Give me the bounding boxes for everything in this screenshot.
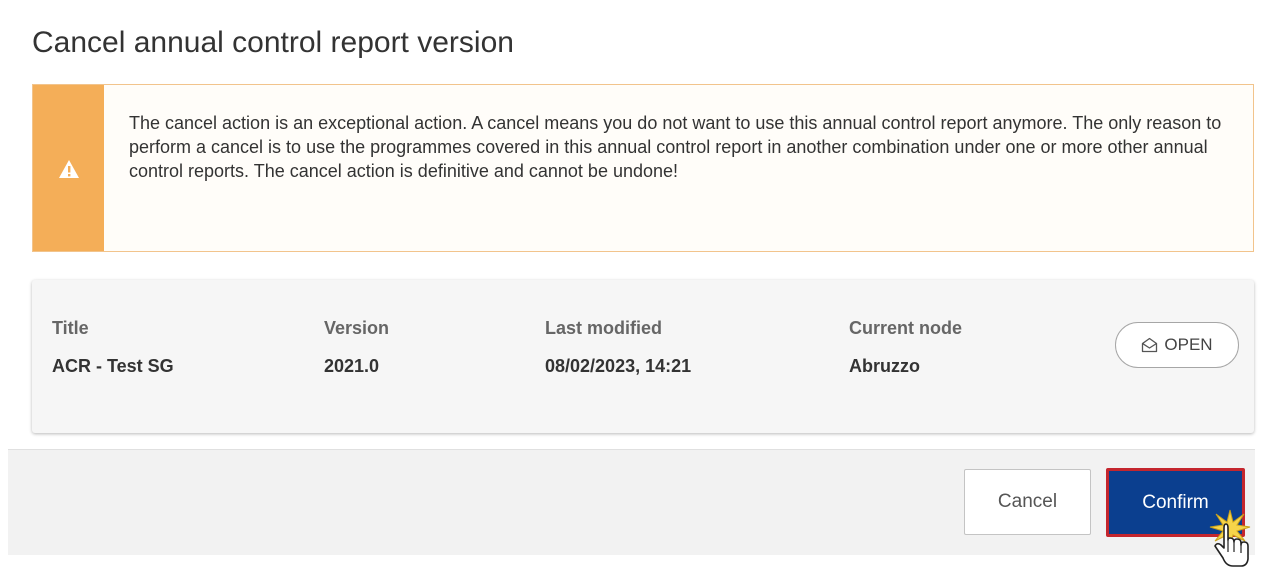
open-envelope-icon	[1142, 337, 1158, 353]
version-value: 2021.0	[324, 356, 380, 376]
warning-alert: The cancel action is an exceptional acti…	[32, 84, 1254, 252]
warning-icon	[59, 160, 79, 178]
last-modified-column: Last modified 08/02/2023, 14:21	[545, 318, 691, 377]
dialog-title: Cancel annual control report version	[32, 26, 514, 59]
alert-message: The cancel action is an exceptional acti…	[129, 113, 1222, 181]
version-column: Version 2021.0	[324, 318, 389, 377]
title-label: Title	[52, 318, 89, 338]
title-column: Title ACR - Test SG	[52, 318, 174, 377]
last-modified-label: Last modified	[545, 318, 663, 338]
current-node-value: Abruzzo	[849, 356, 920, 376]
report-info-card: Title ACR - Test SG Version 2021.0 Last …	[32, 280, 1254, 433]
current-node-label: Current node	[849, 318, 963, 338]
cancel-button[interactable]: Cancel	[964, 469, 1091, 535]
alert-accent-bar	[33, 85, 104, 251]
last-modified-value: 08/02/2023, 14:21	[545, 356, 692, 376]
confirm-button[interactable]: Confirm	[1106, 468, 1245, 537]
open-button[interactable]: OPEN	[1115, 322, 1239, 368]
open-button-label: OPEN	[1164, 335, 1213, 354]
version-label: Version	[324, 318, 390, 338]
cancel-report-dialog: Cancel annual control report version The…	[8, 8, 1255, 555]
title-value: ACR - Test SG	[52, 356, 174, 376]
current-node-column: Current node Abruzzo	[849, 318, 962, 377]
dialog-footer: Cancel Confirm	[8, 449, 1255, 555]
